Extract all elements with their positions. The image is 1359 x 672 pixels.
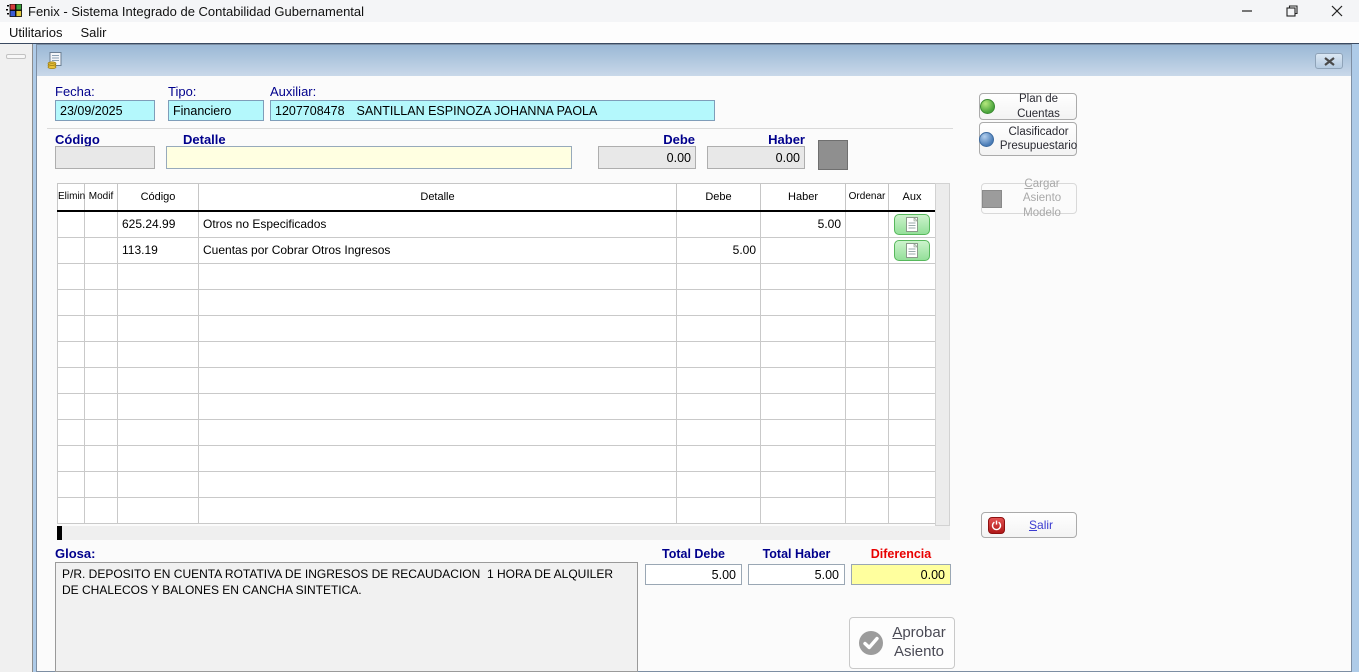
asiento-grid: Elimin Modif Código Detalle Debe Haber O… [57, 183, 936, 524]
debe-entry-field[interactable]: 0.00 [598, 146, 696, 169]
check-circle-icon [858, 630, 884, 656]
tipo-field[interactable]: Financiero [168, 100, 264, 121]
codigo-entry-field[interactable] [55, 146, 155, 169]
child-title-bar [37, 45, 1351, 76]
application-window: Fenix - Sistema Integrado de Contabilida… [0, 0, 1359, 672]
gray-square-icon [982, 190, 1002, 208]
table-row-empty[interactable] [58, 263, 936, 289]
haber-entry-field[interactable]: 0.00 [707, 146, 805, 169]
close-button[interactable] [1314, 0, 1359, 22]
detalle-entry-field[interactable] [166, 146, 572, 169]
scrollbar-thumb[interactable] [57, 526, 62, 540]
haber-label: Haber [730, 132, 805, 147]
menu-bar: Utilitarios Salir [0, 22, 1359, 43]
header-ordenar: Ordenar [846, 184, 889, 211]
table-row-empty[interactable] [58, 289, 936, 315]
window-title: Fenix - Sistema Integrado de Contabilida… [28, 4, 364, 19]
table-row-empty[interactable] [58, 445, 936, 471]
fecha-field[interactable]: 23/09/2025 [55, 100, 155, 121]
total-haber-label: Total Haber [748, 547, 845, 561]
child-close-icon[interactable] [1315, 53, 1343, 69]
green-sphere-icon [980, 99, 995, 114]
fecha-label: Fecha: [55, 84, 95, 99]
aux-button[interactable] [894, 214, 930, 235]
journal-document-icon [47, 52, 64, 74]
glosa-label: Glosa: [55, 546, 95, 561]
header-codigo: Código [118, 184, 199, 211]
codigo-label: Código [55, 132, 100, 147]
clasificador-presupuestario-button[interactable]: ClasificadorPresupuestario [979, 122, 1077, 156]
grid-vertical-scrollbar[interactable] [935, 183, 950, 526]
diferencia-label: Diferencia [851, 547, 951, 561]
header-debe: Debe [677, 184, 761, 211]
restore-button[interactable] [1269, 0, 1314, 22]
auxiliar-label: Auxiliar: [270, 84, 316, 99]
header-detalle: Detalle [199, 184, 677, 211]
title-bar: Fenix - Sistema Integrado de Contabilida… [0, 0, 1359, 22]
menu-salir[interactable]: Salir [71, 23, 115, 42]
aux-button[interactable] [894, 240, 930, 261]
table-row-empty[interactable] [58, 315, 936, 341]
power-icon [988, 517, 1005, 534]
table-row-empty[interactable] [58, 471, 936, 497]
total-haber-field: 5.00 [748, 564, 845, 585]
diferencia-field: 0.00 [851, 564, 951, 585]
table-row-empty[interactable] [58, 341, 936, 367]
header-haber: Haber [761, 184, 846, 211]
header-elimin: Elimin [58, 184, 85, 211]
salir-button[interactable]: Salir [981, 512, 1077, 538]
debe-label: Debe [620, 132, 695, 147]
add-line-button[interactable] [818, 140, 848, 170]
menu-utilitarios[interactable]: Utilitarios [0, 23, 71, 42]
aprobar-asiento-button[interactable]: AprobarAsiento [849, 617, 955, 669]
tipo-label: Tipo: [168, 84, 196, 99]
plan-de-cuentas-button[interactable]: Plan de Cuentas [979, 93, 1077, 120]
left-toolbar-strip [0, 44, 33, 672]
form-separator [47, 128, 953, 129]
glosa-textarea[interactable]: P/R. DEPOSITO EN CUENTA ROTATIVA DE INGR… [55, 562, 638, 672]
table-row-empty[interactable] [58, 367, 936, 393]
header-aux: Aux [889, 184, 936, 211]
table-row-empty[interactable] [58, 393, 936, 419]
total-debe-label: Total Debe [645, 547, 742, 561]
table-row[interactable]: 625.24.99 Otros no Especificados 5.00 [58, 211, 936, 238]
detalle-label: Detalle [183, 132, 226, 147]
total-debe-field: 5.00 [645, 564, 742, 585]
table-row-empty[interactable] [58, 419, 936, 445]
table-row-empty[interactable] [58, 497, 936, 523]
app-logo-icon [6, 4, 22, 18]
auxiliar-field[interactable]: 1207708478 SANTILLAN ESPINOZA JOHANNA PA… [270, 100, 715, 121]
splitter-grip[interactable] [6, 54, 26, 59]
blue-sphere-icon [979, 132, 994, 147]
grid-header-row: Elimin Modif Código Detalle Debe Haber O… [58, 184, 936, 211]
minimize-button[interactable] [1224, 0, 1269, 22]
grid-horizontal-scrollbar[interactable] [57, 526, 950, 540]
table-row[interactable]: 113.19 Cuentas por Cobrar Otros Ingresos… [58, 237, 936, 263]
header-modif: Modif [85, 184, 118, 211]
cargar-asiento-modelo-button[interactable]: Cargar AsientoModelo [981, 183, 1077, 214]
